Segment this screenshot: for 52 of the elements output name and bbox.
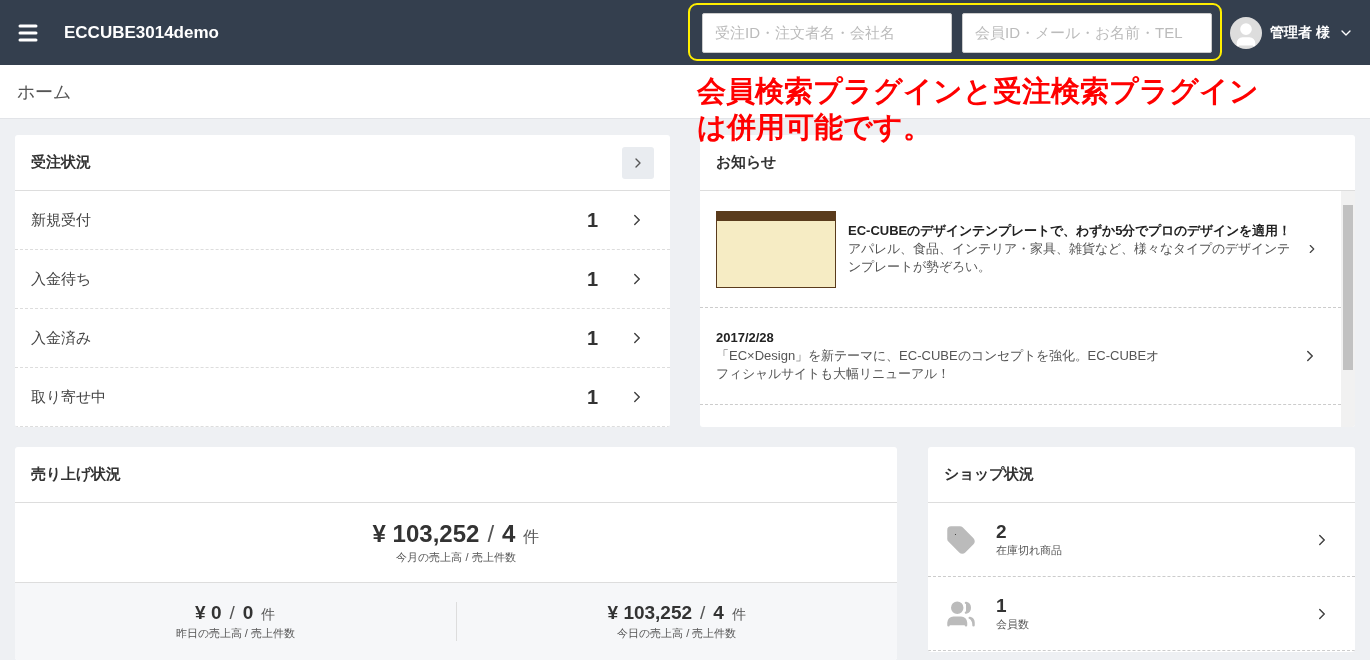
search-field[interactable]: 受注ID・注文者名・会社名 xyxy=(702,12,953,53)
status-count: 1 xyxy=(586,208,598,232)
avatar-icon xyxy=(1230,16,1263,49)
unit-label: 件 xyxy=(731,606,746,624)
status-count: 1 xyxy=(586,326,598,350)
status-count: 1 xyxy=(586,385,598,409)
separator: / xyxy=(229,602,235,624)
sales-caption: 昨日の売上高 / 売上件数 xyxy=(175,626,295,641)
shop-status-row[interactable]: 2 在庫切れ商品 xyxy=(928,503,1355,577)
shop-count: 1 xyxy=(996,595,1008,617)
card-title: ショップ状況 xyxy=(944,465,1034,484)
status-count: 1 xyxy=(586,267,598,291)
sales-caption: 今月の売上高 / 売上件数 xyxy=(396,550,516,565)
sales-amount: ¥ 103,252 xyxy=(607,602,693,624)
order-status-row[interactable]: 入金待ち 1 xyxy=(15,250,670,309)
shop-status-row[interactable]: 1 会員数 xyxy=(928,577,1355,651)
news-title: EC-CUBEのデザインテンプレートで、わずか5分でプロのデザインを適用！ xyxy=(848,222,1293,240)
card-title: 売り上げ状況 xyxy=(31,465,121,484)
status-label: 新規受付 xyxy=(31,210,92,230)
more-button[interactable] xyxy=(622,146,654,179)
unit-label: 件 xyxy=(261,606,276,624)
scrollbar[interactable] xyxy=(1341,191,1355,427)
sales-count: 4 xyxy=(713,602,724,624)
order-status-row[interactable]: 取り寄せ中 1 xyxy=(15,368,670,427)
sales-caption: 今日の売上高 / 売上件数 xyxy=(617,626,737,641)
status-label: 入金待ち xyxy=(31,269,92,289)
status-label: 入金済み xyxy=(31,328,92,348)
separator: / xyxy=(487,520,495,548)
sales-amount: ¥ 0 xyxy=(195,602,222,624)
status-label: 取り寄せ中 xyxy=(31,387,107,407)
shop-label: 会員数 xyxy=(996,617,1030,632)
news-item[interactable]: EC-CUBEのデザインテンプレートで、わずか5分でプロのデザインを適用！ アパレル、食品、インテリア・家具、雑貨など、様々なタイプのデザインテンプレートが勢ぞろい。 xyxy=(700,191,1341,308)
breadcrumb: ホーム xyxy=(17,80,71,104)
news-body: 「EC×Design」を新テーマに、EC-CUBEのコンセプトを強化。EC-CUBEオフィシャルサイトも大幅リニューアル！ xyxy=(716,347,1161,383)
shop-count: 2 xyxy=(996,521,1008,543)
order-status-row[interactable]: 新規受付 1 xyxy=(15,191,670,250)
shop-label: 在庫切れ商品 xyxy=(996,543,1063,558)
order-status-row[interactable]: 入金済み 1 xyxy=(15,309,670,368)
tag-icon xyxy=(946,524,976,555)
sales-count: 0 xyxy=(242,602,254,624)
card-title: お知らせ xyxy=(716,153,776,172)
brand-name: ECCUBE3014demo xyxy=(64,22,220,43)
separator: / xyxy=(700,602,706,624)
unit-label: 件 xyxy=(523,527,540,547)
user-menu[interactable]: 管理者 様 xyxy=(1230,16,1354,49)
sales-amount: ¥ 103,252 xyxy=(372,520,480,548)
sales-count: 4 xyxy=(502,520,516,548)
news-body: アパレル、食品、インテリア・家具、雑貨など、様々なタイプのデザインテンプレートが勢ぞろい。 xyxy=(848,240,1291,276)
annotation-text: 会員検索プラグインと受注検索プラグインは併用可能です。 xyxy=(697,74,1260,145)
card-title: 受注状況 xyxy=(31,153,91,172)
news-date: 2017/2/28 xyxy=(716,329,775,347)
search-field[interactable]: 会員ID・メール・お名前・TEL xyxy=(962,12,1213,53)
